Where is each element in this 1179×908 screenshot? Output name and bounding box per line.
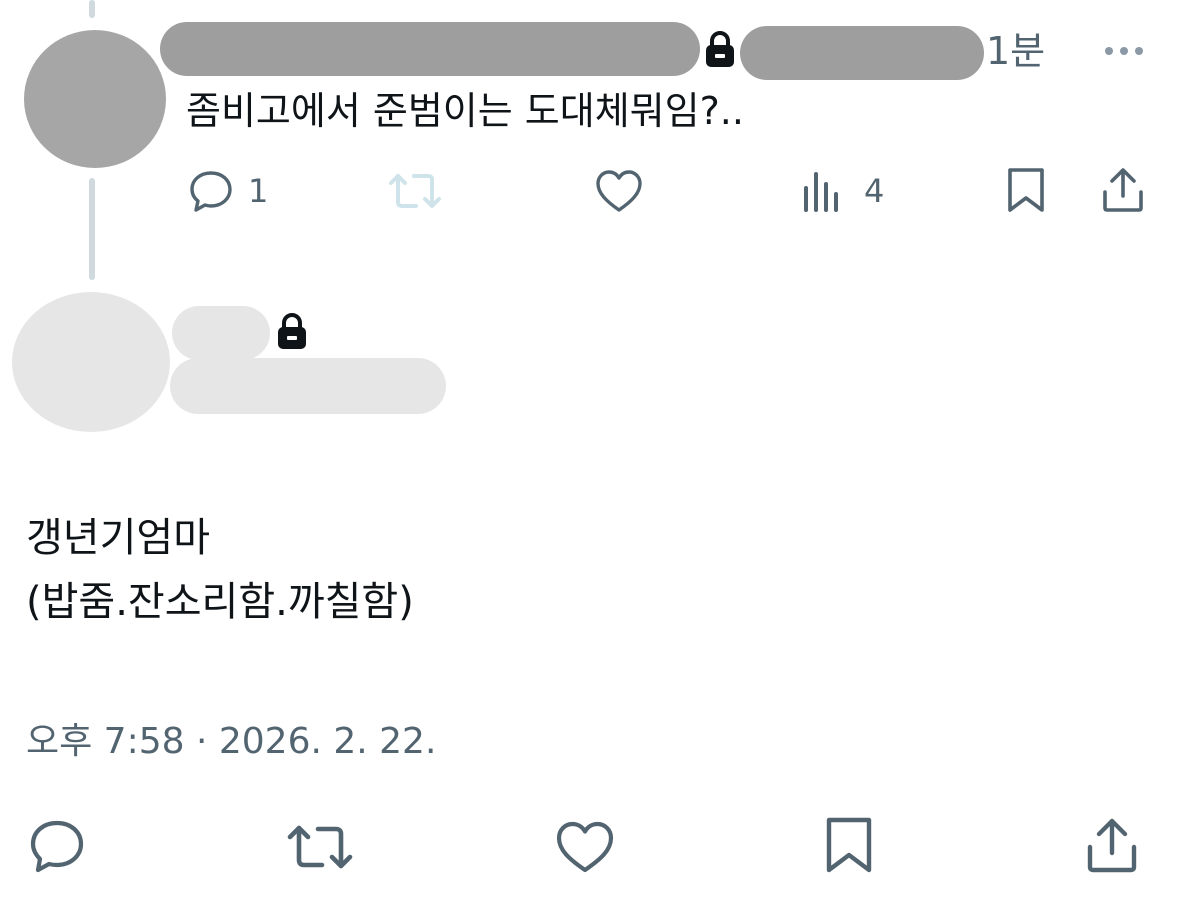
heart-icon [594, 168, 644, 214]
redacted-username [170, 358, 446, 414]
reply-button[interactable]: 1 [188, 168, 268, 214]
view-count: 4 [864, 172, 885, 210]
bookmark-button[interactable] [822, 816, 876, 874]
redacted-display-name [172, 306, 270, 360]
like-button[interactable] [554, 820, 616, 874]
reply-time[interactable]: 1분 [986, 26, 1045, 76]
avatar[interactable] [24, 30, 166, 168]
post-timestamp[interactable]: 오후 7:58 · 2026. 2. 22. [26, 716, 436, 768]
bookmark-icon [1004, 166, 1048, 214]
share-button[interactable] [1100, 166, 1146, 214]
bookmark-button[interactable] [1004, 166, 1048, 214]
retweet-icon [286, 820, 354, 874]
views-button[interactable]: 4 [802, 170, 884, 212]
heart-icon [554, 820, 616, 874]
retweet-icon [388, 168, 442, 214]
share-button[interactable] [1084, 816, 1140, 874]
post-text: 갱년기엄마 (밥줌.잔소리함.까칠함) [26, 506, 414, 634]
post-text-line: 갱년기엄마 [26, 515, 210, 561]
reply-icon [28, 818, 86, 874]
share-icon [1084, 816, 1140, 874]
redacted-display-name-tail [575, 22, 685, 72]
share-icon [1100, 166, 1146, 214]
avatar[interactable] [12, 292, 170, 432]
reply-text: 좀비고에서 준범이는 도대체뭐임?.. [186, 89, 744, 133]
thread-line-top [89, 0, 95, 18]
lock-icon [704, 30, 736, 68]
reply-count: 1 [248, 172, 269, 210]
reply-button[interactable] [28, 818, 86, 874]
retweet-button[interactable] [388, 168, 442, 214]
reply-icon [188, 168, 234, 214]
thread-line-bottom [89, 178, 95, 280]
redacted-username [740, 26, 984, 80]
like-button[interactable] [594, 168, 644, 214]
more-icon[interactable] [1100, 30, 1148, 70]
views-icon [802, 170, 844, 212]
bookmark-icon [822, 816, 876, 874]
post-text-line: (밥줌.잔소리함.까칠함) [26, 579, 414, 625]
retweet-button[interactable] [286, 820, 354, 874]
lock-icon [276, 312, 308, 350]
